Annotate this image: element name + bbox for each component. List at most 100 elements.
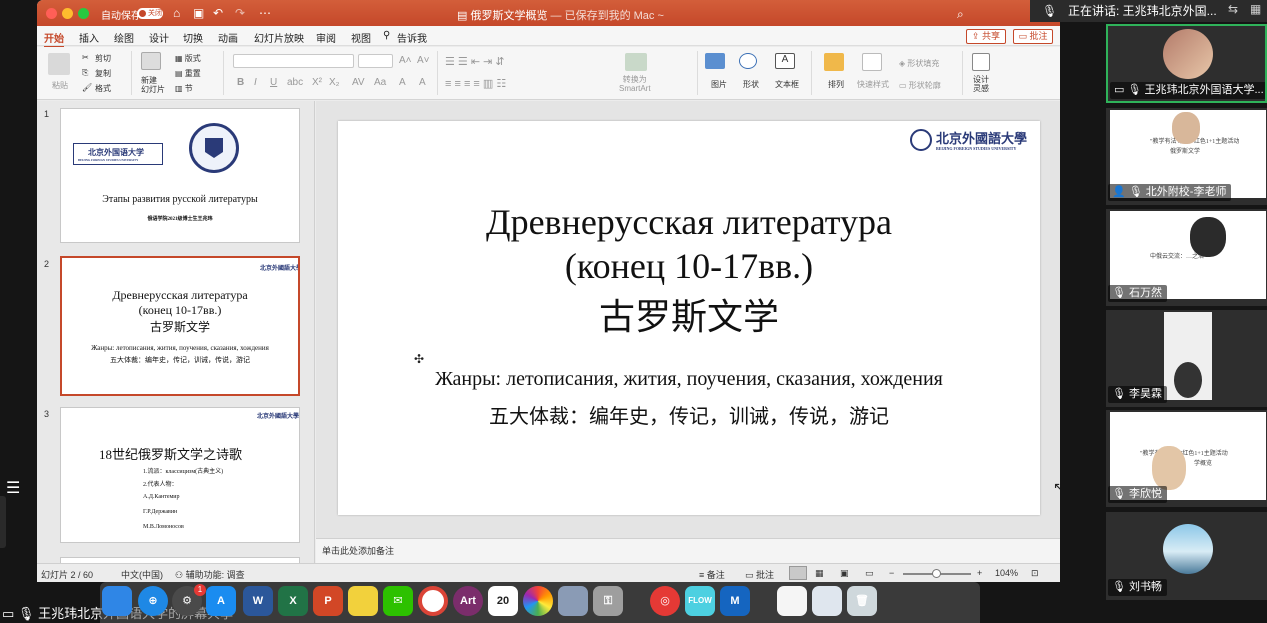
tab-animations[interactable]: 动画 bbox=[218, 30, 238, 45]
search-icon[interactable]: ⌕ bbox=[957, 7, 964, 22]
zoom-slider-handle[interactable] bbox=[932, 569, 941, 578]
slide-thumbnails-pane[interactable]: 1 北京外国语大学 BEIJING FOREIGN STUDIES UNIVER… bbox=[37, 101, 315, 563]
tencent-meeting-app[interactable]: M bbox=[720, 586, 750, 616]
increase-font-icon[interactable]: A˄ bbox=[399, 55, 412, 66]
current-slide[interactable]: 北京外國語大學 BEIJING FOREIGN STUDIES UNIVERSI… bbox=[338, 121, 1040, 515]
gallery-toggle-icon[interactable]: ⇆ bbox=[1228, 2, 1238, 16]
font-color-icon[interactable]: A bbox=[419, 77, 426, 88]
home-icon[interactable]: ⌂ bbox=[173, 6, 180, 20]
preview-app[interactable] bbox=[558, 586, 588, 616]
tab-review[interactable]: 审阅 bbox=[316, 30, 336, 45]
screenshot-folder[interactable] bbox=[812, 586, 842, 616]
redo-icon[interactable]: ↷ bbox=[235, 6, 245, 20]
new-slide-label[interactable]: 新建 幻灯片 bbox=[141, 76, 165, 94]
lemon-app[interactable] bbox=[348, 586, 378, 616]
reset-button[interactable]: ▤ 重置 bbox=[175, 68, 201, 79]
slide-thumbnail-3[interactable]: 北京外國語大學 18世纪俄罗斯文学之诗歌 1.流派：классицизм(古典主… bbox=[60, 407, 300, 543]
textbox-icon[interactable]: A bbox=[775, 53, 795, 69]
tab-slideshow[interactable]: 幻灯片放映 bbox=[254, 30, 304, 45]
tab-transitions[interactable]: 切换 bbox=[183, 30, 203, 45]
autosave-toggle[interactable]: 关闭 bbox=[137, 8, 163, 19]
slideshow-view-icon[interactable]: ▭ bbox=[865, 568, 874, 579]
app-store-app[interactable]: A bbox=[206, 586, 236, 616]
section-button[interactable]: ▥ 节 bbox=[175, 83, 193, 94]
align-icon[interactable]: ≡ ≡ ≡ ≡ ▥ ☷ bbox=[445, 77, 506, 90]
minimize-window-button[interactable] bbox=[62, 8, 73, 19]
netease-music-app[interactable]: ◎ bbox=[650, 586, 680, 616]
language-status[interactable]: 中文(中国) bbox=[121, 568, 163, 581]
participant-tile[interactable]: 中俄云交流：…之治 🎙 石万然 bbox=[1106, 209, 1267, 306]
normal-view-icon[interactable] bbox=[789, 566, 807, 580]
photos-app[interactable] bbox=[523, 586, 553, 616]
subscript-icon[interactable]: X₂ bbox=[329, 77, 340, 88]
chrome-app[interactable] bbox=[418, 586, 448, 616]
shape-fill-button[interactable]: ◈ 形状填充 bbox=[899, 58, 939, 69]
zoom-level[interactable]: 104% bbox=[995, 568, 1018, 578]
slide-thumbnail-2[interactable]: 北京外國語大學 Древнерусская литература (конец … bbox=[60, 256, 300, 396]
zoom-in-icon[interactable]: + bbox=[977, 568, 982, 578]
trash-icon[interactable]: 🗑 bbox=[847, 586, 877, 616]
safari-app[interactable]: ⊕ bbox=[138, 586, 168, 616]
notes-toggle[interactable]: ≡ 备注 bbox=[699, 568, 725, 581]
finder-app[interactable] bbox=[102, 586, 132, 616]
participant-tile[interactable]: ▭ 🎙 王兆玮北京外国语大学... bbox=[1106, 24, 1267, 103]
participant-tile[interactable]: "教学有法 ……"红色1+1主题活动 学概览 🎙 李欣悦 bbox=[1106, 410, 1267, 507]
tab-home[interactable]: 开始 bbox=[44, 30, 64, 48]
shape-icon[interactable] bbox=[739, 53, 757, 69]
fit-to-window-icon[interactable]: ⊡ bbox=[1031, 568, 1039, 579]
accessibility-status[interactable]: ⚇ 辅助功能: 调查 bbox=[175, 568, 245, 581]
keychain-app[interactable]: ⚿ bbox=[593, 586, 623, 616]
arrange-icon[interactable] bbox=[824, 53, 844, 71]
slide-title-line3[interactable]: 古罗斯文学 bbox=[338, 288, 1040, 340]
save-icon[interactable]: ▣ bbox=[193, 6, 204, 20]
font-name-select[interactable] bbox=[233, 54, 354, 68]
quick-styles-label[interactable]: 快速样式 bbox=[857, 79, 889, 90]
highlight-icon[interactable]: A bbox=[399, 77, 406, 88]
cut-icon[interactable]: ✂ bbox=[82, 53, 89, 62]
superscript-icon[interactable]: X² bbox=[312, 77, 322, 88]
share-button[interactable]: ⇪ 共享 bbox=[966, 29, 1006, 44]
italic-icon[interactable]: I bbox=[254, 77, 257, 88]
tab-design[interactable]: 设计 bbox=[149, 30, 169, 45]
close-window-button[interactable] bbox=[46, 8, 57, 19]
slide-thumbnail-1[interactable]: 北京外国语大学 BEIJING FOREIGN STUDIES UNIVERSI… bbox=[60, 108, 300, 243]
underline-icon[interactable]: U bbox=[270, 77, 277, 88]
tab-draw[interactable]: 绘图 bbox=[114, 30, 134, 45]
layout-icon[interactable]: ▦ bbox=[1250, 2, 1261, 16]
bullets-icon[interactable]: ☰ ☰ ⇤ ⇥ ⇵ bbox=[445, 55, 505, 68]
powerpoint-app[interactable]: P bbox=[313, 586, 343, 616]
word-app[interactable]: W bbox=[243, 586, 273, 616]
undo-icon[interactable]: ↶ bbox=[213, 6, 223, 20]
list-menu-icon[interactable]: ☰ bbox=[6, 478, 30, 498]
change-case-icon[interactable]: Aa bbox=[374, 77, 386, 88]
bold-icon[interactable]: B bbox=[237, 77, 244, 88]
cut-label[interactable]: 剪切 bbox=[95, 53, 111, 64]
copy-label[interactable]: 复制 bbox=[95, 68, 111, 79]
shape-outline-button[interactable]: ▭ 形状轮廓 bbox=[899, 80, 941, 91]
font-size-select[interactable] bbox=[358, 54, 393, 68]
comments-button[interactable]: ▭ 批注 bbox=[1013, 29, 1053, 44]
maximize-window-button[interactable] bbox=[78, 8, 89, 19]
participant-tile[interactable]: "教学有法 珍存" 红色1+1主题活动 俄罗斯文学 👤 🎙 北外附校-李老师 bbox=[1106, 108, 1267, 205]
format-painter-icon[interactable]: 🖌 bbox=[82, 83, 92, 92]
slide-genres-zh[interactable]: 五大体裁：编年史，传记，训诫，传说，游记 bbox=[338, 400, 1040, 429]
textbox-label[interactable]: 文本框 bbox=[775, 79, 799, 90]
slide-genres[interactable]: Жанры: летописания, жития, поучения, ска… bbox=[338, 368, 1040, 391]
calendar-app[interactable]: 20 bbox=[488, 586, 518, 616]
slide-edit-area[interactable]: 北京外國語大學 BEIJING FOREIGN STUDIES UNIVERSI… bbox=[316, 101, 1060, 538]
comments-toggle[interactable]: ▭ 批注 bbox=[745, 568, 774, 581]
spacing-icon[interactable]: AV bbox=[352, 77, 365, 88]
more-icon[interactable]: ⋯ bbox=[259, 6, 271, 20]
new-slide-icon[interactable] bbox=[141, 52, 161, 70]
strikethrough-icon[interactable]: abc bbox=[287, 77, 303, 88]
design-ideas-icon[interactable] bbox=[972, 53, 990, 71]
picture-label[interactable]: 图片 bbox=[711, 79, 727, 90]
slide-title-line1[interactable]: Древнерусская литература bbox=[338, 201, 1040, 243]
tab-view[interactable]: 视图 bbox=[351, 30, 371, 45]
picture-icon[interactable] bbox=[705, 53, 725, 69]
reading-view-icon[interactable]: ▣ bbox=[840, 568, 849, 579]
participant-tile[interactable]: 🎙 刘书畅 bbox=[1106, 512, 1267, 600]
arrange-label[interactable]: 排列 bbox=[828, 79, 844, 90]
side-handle[interactable] bbox=[0, 496, 6, 548]
quick-styles-icon[interactable] bbox=[862, 53, 882, 71]
